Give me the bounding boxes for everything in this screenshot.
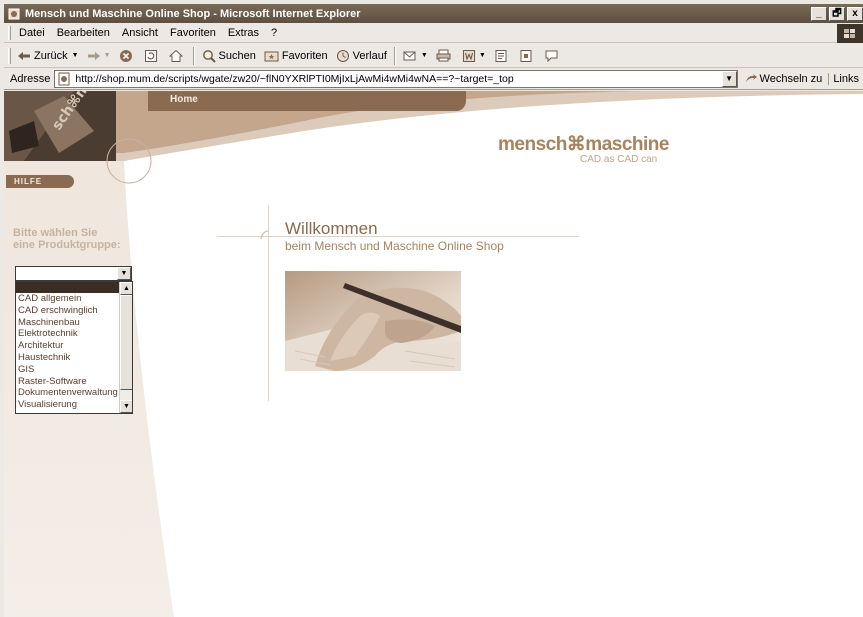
browser-window: Mensch und Maschine Online Shop - Micros… xyxy=(0,0,863,617)
welcome-heading: Willkommen xyxy=(285,219,378,238)
refresh-icon xyxy=(144,49,157,62)
links-toolbar[interactable]: Links xyxy=(828,72,863,85)
back-arrow-icon xyxy=(18,51,30,60)
forward-dropdown-icon[interactable]: ▼ xyxy=(104,52,111,59)
list-item[interactable]: CAD erschwinglich xyxy=(16,305,132,317)
address-label: Adresse xyxy=(10,72,51,85)
history-label: Verlauf xyxy=(352,49,387,62)
home-icon xyxy=(168,49,183,62)
restore-button[interactable]: 🗗 xyxy=(829,6,845,21)
search-icon xyxy=(202,49,216,63)
messenger-button[interactable] xyxy=(540,45,566,67)
scroll-up-icon[interactable]: ▲ xyxy=(120,282,132,295)
standard-toolbar: Zurück ▼ ▼ Suchen Favoriten Verlauf ▼ ▼ xyxy=(4,44,863,68)
address-bar: Adresse http://shop.mum.de/scripts/wgate… xyxy=(4,68,863,90)
toolbar-grip xyxy=(8,47,11,64)
printer-icon xyxy=(436,49,451,62)
scroll-thumb[interactable] xyxy=(120,295,132,390)
history-icon xyxy=(336,49,349,62)
list-item[interactable]: Raster-Software xyxy=(16,376,132,388)
address-dropdown-icon[interactable]: ▼ xyxy=(721,70,737,87)
back-button[interactable]: Zurück ▼ xyxy=(13,45,83,67)
menu-file[interactable]: Datei xyxy=(13,27,51,39)
product-group-prompt: Bitte wählen Sie eine Produktgruppe: xyxy=(13,227,163,251)
ie-page-icon xyxy=(7,7,21,21)
favorites-button[interactable]: Favoriten xyxy=(260,45,332,67)
prompt-line-1: Bitte wählen Sie xyxy=(13,227,98,239)
brand-tagline: CAD as CAD can xyxy=(580,154,658,165)
windows-logo-icon xyxy=(837,24,863,43)
mail-dropdown-icon[interactable]: ▼ xyxy=(421,52,428,59)
listbox-scrollbar[interactable]: ▲ ▼ xyxy=(119,282,132,413)
list-item[interactable]: Elektrotechnik xyxy=(16,328,132,340)
welcome-subheading: beim Mensch und Maschine Online Shop xyxy=(285,239,504,253)
discuss-icon xyxy=(495,49,507,62)
address-input[interactable]: http://shop.mum.de/scripts/wgate/zw20/~f… xyxy=(54,69,738,88)
favorites-label: Favoriten xyxy=(281,49,328,62)
edit-dropdown-icon[interactable]: ▼ xyxy=(479,52,486,59)
forward-arrow-icon xyxy=(87,51,100,60)
menu-favorites[interactable]: Favoriten xyxy=(164,27,222,39)
product-group-select[interactable]: ▼ xyxy=(15,266,132,281)
list-item[interactable]: Haustechnik xyxy=(16,352,132,364)
go-arrow-icon xyxy=(745,73,757,82)
menu-view[interactable]: Ansicht xyxy=(116,27,164,39)
help-button[interactable]: HILFE xyxy=(6,175,74,188)
mail-button[interactable]: ▼ xyxy=(399,45,432,67)
list-item[interactable]: Architektur xyxy=(16,340,132,352)
window-title: Mensch und Maschine Online Shop - Micros… xyxy=(25,7,361,20)
toolbar-separator xyxy=(192,46,195,65)
scroll-down-icon[interactable]: ▼ xyxy=(120,400,132,413)
product-group-listbox[interactable]: CAD allgemein CAD erschwinglich Maschine… xyxy=(15,281,133,414)
list-item[interactable]: CAD allgemein xyxy=(16,293,132,305)
toolbar-separator xyxy=(393,46,396,65)
list-item[interactable]: Visualisierung xyxy=(16,399,132,411)
mail-icon xyxy=(403,51,416,61)
stop-icon xyxy=(119,49,132,62)
search-label: Suchen xyxy=(218,49,256,62)
nav-home-tab[interactable]: Home xyxy=(148,91,466,111)
list-item-selected[interactable] xyxy=(16,282,132,293)
menu-help[interactable]: ? xyxy=(265,27,283,39)
search-button[interactable]: Suchen xyxy=(198,45,260,67)
history-button[interactable]: Verlauf xyxy=(332,45,391,67)
hand-with-pen-photo xyxy=(285,271,461,371)
back-label: Zurück xyxy=(34,49,68,62)
minimize-button[interactable]: _ xyxy=(811,6,827,21)
address-url: http://shop.mum.de/scripts/wgate/zw20/~f… xyxy=(75,72,514,85)
forward-button[interactable]: ▼ xyxy=(83,45,115,67)
edit-button[interactable]: ▼ xyxy=(458,45,490,67)
divider-arc-icon xyxy=(260,230,269,240)
go-label: Wechseln zu xyxy=(759,72,823,85)
go-button[interactable]: Wechseln zu xyxy=(738,73,829,85)
menu-tools[interactable]: Extras xyxy=(222,27,265,39)
divider-horizontal xyxy=(217,236,579,237)
stop-button[interactable] xyxy=(115,45,140,67)
print-button[interactable] xyxy=(432,45,458,67)
favorites-folder-icon xyxy=(264,51,279,62)
back-dropdown-icon[interactable]: ▼ xyxy=(72,52,79,59)
list-item[interactable]: Dokumentenverwaltung xyxy=(16,387,132,399)
messenger-icon xyxy=(545,50,558,62)
menu-bar: Datei Bearbeiten Ansicht Favoriten Extra… xyxy=(4,24,863,43)
page-icon xyxy=(58,72,70,85)
discuss-button[interactable] xyxy=(490,45,515,67)
chevron-down-icon[interactable]: ▼ xyxy=(117,267,131,280)
prompt-line-2: eine Produktgruppe: xyxy=(13,239,121,251)
brand-logo: mensch⌘maschine xyxy=(498,134,669,155)
close-button[interactable]: x xyxy=(847,6,863,21)
list-item[interactable]: Maschinenbau xyxy=(16,317,132,329)
list-item[interactable]: GIS xyxy=(16,364,132,376)
menu-grip xyxy=(8,26,11,40)
page-content: sch⌘m Home HILFE mensch⌘maschine CAD as … xyxy=(4,91,863,617)
home-button[interactable] xyxy=(165,45,190,67)
research-icon xyxy=(520,49,532,62)
menu-edit[interactable]: Bearbeiten xyxy=(51,27,116,39)
research-button[interactable] xyxy=(515,45,540,67)
refresh-button[interactable] xyxy=(140,45,165,67)
title-bar: Mensch und Maschine Online Shop - Micros… xyxy=(4,4,863,23)
word-edit-icon xyxy=(462,49,475,62)
